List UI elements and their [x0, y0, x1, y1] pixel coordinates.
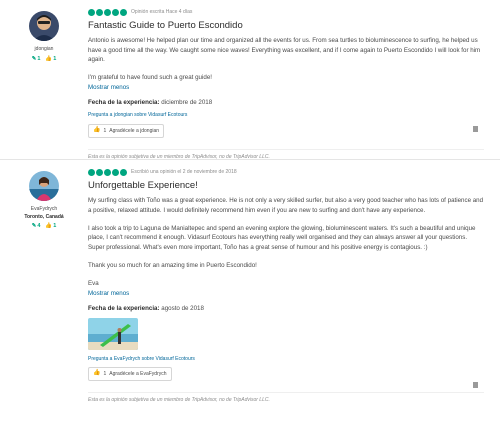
- review-body: Opinión escrita Hace 4 días Fantastic Gu…: [88, 9, 490, 160]
- review-card: jdongian ✎1 👍1 Opinión escrita Hace 4 dí…: [0, 0, 500, 160]
- bubble-icon: [104, 9, 111, 16]
- experience-value: agosto de 2018: [161, 304, 204, 312]
- review-paragraph: Thank you so much for an amazing time in…: [88, 261, 257, 269]
- thumbs-up-icon: 👍: [93, 126, 101, 133]
- review-body: Escribió una opinión el 2 de noviembre d…: [88, 169, 490, 410]
- bubble-icon: [88, 9, 95, 16]
- show-less-link[interactable]: Mostrar menos: [88, 84, 484, 92]
- thanks-button[interactable]: 👍 1 Agradécele a jdongian: [88, 123, 165, 138]
- avatar[interactable]: [29, 11, 59, 41]
- thumbs-up-icon: 👍: [93, 370, 101, 377]
- avatar[interactable]: [29, 171, 59, 201]
- experience-label: Fecha de la experiencia:: [88, 99, 160, 107]
- disclaimer: Esta es la opinión subjetiva de un miemb…: [88, 392, 484, 404]
- review-text: Antonio is awesome! He helped plan our t…: [88, 36, 484, 83]
- review-paragraph: My surfing class with Toño was a great e…: [88, 197, 484, 214]
- experience-value: diciembre de 2018: [161, 99, 213, 107]
- bubble-icon: [88, 169, 95, 176]
- experience-date: Fecha de la experiencia: diciembre de 20…: [88, 99, 484, 107]
- review-title[interactable]: Unforgettable Experience!: [88, 180, 484, 192]
- thanks-count: 1: [103, 371, 107, 378]
- thanks-label: Agradécele a jdongian: [109, 127, 160, 134]
- member-counts: ✎1 👍1: [32, 56, 57, 63]
- review-icon: ✎: [31, 55, 37, 62]
- review-paragraph: Antonio is awesome! He helped plan our t…: [88, 37, 481, 64]
- helpful-count: 👍1: [45, 55, 57, 62]
- review-card: EvaFydrych Toronto, Canadá ✎4 👍1 Escribi…: [0, 160, 500, 418]
- review-meta: Escribió una opinión el 2 de noviembre d…: [88, 169, 484, 176]
- review-meta: Opinión escrita Hace 4 días: [88, 9, 484, 16]
- review-paragraph: I'm grateful to have found such a great …: [88, 74, 212, 82]
- review-paragraph: Eva: [88, 279, 99, 287]
- thanks-label: Agradécele a EvaFydrych: [109, 371, 167, 378]
- thanks-button[interactable]: 👍 1 Agradécele a EvaFydrych: [88, 367, 172, 382]
- review-date: Escribió una opinión el 2 de noviembre d…: [131, 169, 237, 176]
- bubble-icon: [96, 9, 103, 16]
- member-counts: ✎4 👍1: [32, 223, 57, 230]
- user-location: Toronto, Canadá: [24, 213, 64, 220]
- reviews-count: ✎1: [31, 55, 41, 62]
- thumbs-up-icon: 👍: [45, 55, 53, 62]
- review-paragraph: I also took a trip to Laguna de Manialte…: [88, 224, 476, 251]
- flag-icon[interactable]: [473, 382, 478, 388]
- experience-label: Fecha de la experiencia:: [88, 304, 160, 312]
- bubble-icon: [112, 169, 119, 176]
- bubble-icon: [112, 9, 119, 16]
- member-info: jdongian ✎1 👍1: [0, 9, 88, 151]
- flag-icon[interactable]: [473, 126, 478, 132]
- bubble-icon: [120, 9, 127, 16]
- ask-question-link[interactable]: Pregunta a jdongian sobre Vidasurf Ecoto…: [88, 112, 484, 119]
- experience-date: Fecha de la experiencia: agosto de 2018: [88, 305, 484, 313]
- review-text: My surfing class with Toño was a great e…: [88, 196, 484, 288]
- thanks-count: 1: [103, 127, 107, 134]
- reviews-count: ✎4: [31, 223, 41, 229]
- bubble-icon: [120, 169, 127, 176]
- rating-bubbles: [88, 9, 127, 16]
- disclaimer: Esta es la opinión subjetiva de un miemb…: [88, 148, 484, 161]
- review-icon: ✎: [31, 223, 37, 229]
- bubble-icon: [96, 169, 103, 176]
- thumbs-up-icon: 👍: [45, 223, 53, 229]
- ask-question-link[interactable]: Pregunta a EvaFydrych sobre Vidasurf Eco…: [88, 356, 484, 363]
- rating-bubbles: [88, 169, 127, 176]
- member-info: EvaFydrych Toronto, Canadá ✎4 👍1: [0, 169, 88, 410]
- review-photo[interactable]: [88, 317, 138, 350]
- bubble-icon: [104, 169, 111, 176]
- helpful-count: 👍1: [45, 223, 57, 229]
- username[interactable]: EvaFydrych: [31, 206, 57, 213]
- username[interactable]: jdongian: [35, 46, 54, 53]
- review-title[interactable]: Fantastic Guide to Puerto Escondido: [88, 20, 484, 32]
- show-less-link[interactable]: Mostrar menos: [88, 290, 484, 298]
- review-date: Opinión escrita Hace 4 días: [131, 9, 193, 16]
